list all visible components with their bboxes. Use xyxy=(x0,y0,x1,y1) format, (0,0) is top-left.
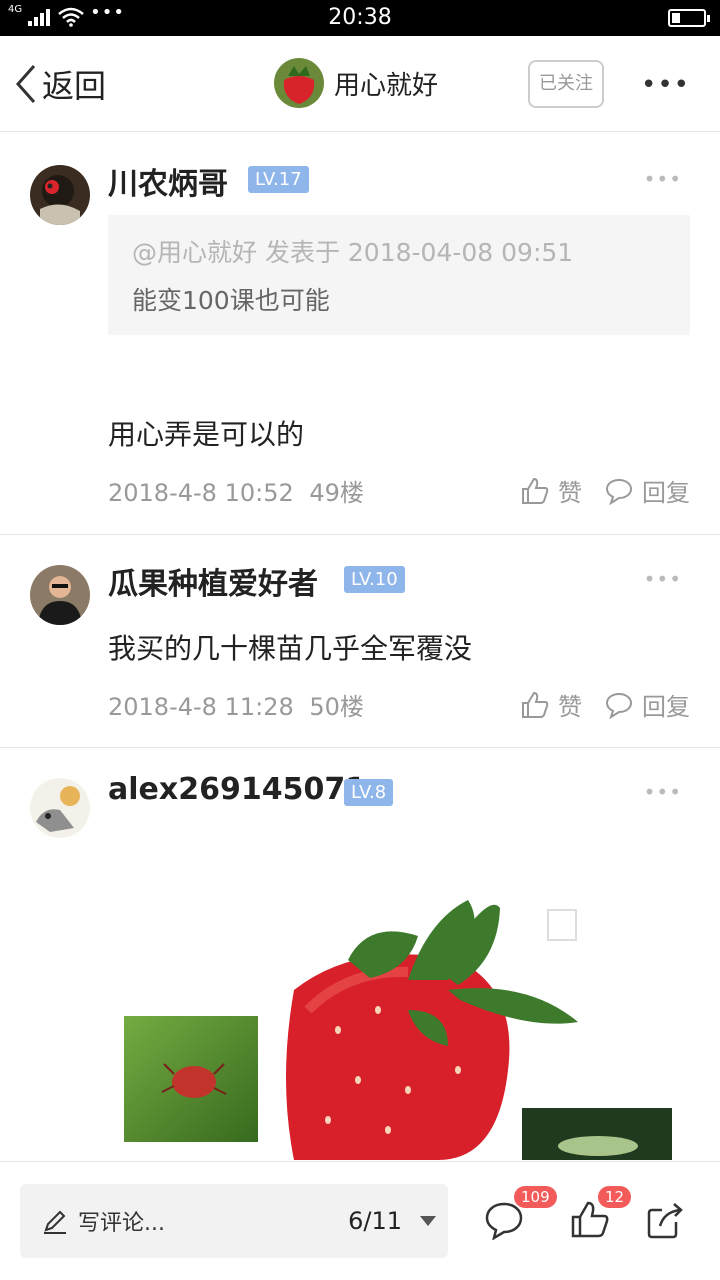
post-more-icon[interactable]: ••• xyxy=(644,780,682,804)
level-badge: LV.17 xyxy=(248,166,309,193)
username[interactable]: 川农炳哥 xyxy=(108,159,228,203)
comment-text: 用心弄是可以的 xyxy=(108,418,305,451)
comment-placeholder: 写评论... xyxy=(78,1211,165,1236)
author-name: 用心就好 xyxy=(334,70,439,101)
quote-meta: @用心就好 发表于 2018-04-08 09:51 xyxy=(132,238,574,267)
avatar[interactable] xyxy=(30,565,90,625)
reply-button[interactable]: 回复 xyxy=(604,687,690,722)
status-time: 20:38 xyxy=(328,5,392,30)
floor-number: 50楼 xyxy=(309,693,364,721)
author-avatar[interactable] xyxy=(274,58,324,108)
comment-actions: 赞 回复 xyxy=(498,473,690,508)
username[interactable]: 瓜果种植爱好者 xyxy=(108,559,318,603)
comment-input[interactable]: 写评论... 6/11 xyxy=(20,1184,448,1258)
level-badge: LV.10 xyxy=(344,566,405,593)
thumbs-up-icon xyxy=(522,691,549,718)
comment-item: 瓜果种植爱好者 LV.10 ••• 我买的几十棵苗几乎全军覆没 2018-4-8… xyxy=(0,535,720,748)
level-badge: LV.8 xyxy=(344,779,394,806)
like-thread-button[interactable]: 12 xyxy=(570,1186,632,1244)
quote-text: 能变100课也可能 xyxy=(132,286,330,315)
comment-item: 川农炳哥 LV.17 ••• @用心就好 发表于 2018-04-08 09:5… xyxy=(0,133,720,535)
reply-label: 回复 xyxy=(642,693,690,721)
battery-icon xyxy=(668,9,710,27)
comment-icon xyxy=(605,692,633,719)
floor-number: 49楼 xyxy=(309,479,364,507)
quoted-comment[interactable]: @用心就好 发表于 2018-04-08 09:51 能变100课也可能 xyxy=(108,215,690,335)
like-label: 赞 xyxy=(558,479,582,507)
comment-actions: 赞 回复 xyxy=(498,687,690,722)
comments-button[interactable]: 109 xyxy=(484,1186,557,1244)
comment-text: 我买的几十棵苗几乎全军覆没 xyxy=(108,632,473,665)
back-button[interactable]: 返回 xyxy=(14,58,106,110)
top-nav: 返回 用心就好 已关注 ••• xyxy=(0,36,720,132)
share-button[interactable] xyxy=(646,1200,690,1244)
reply-button[interactable]: 回复 xyxy=(604,473,690,508)
like-count-badge: 12 xyxy=(598,1186,632,1208)
page-indicator[interactable]: 6/11 xyxy=(348,1207,402,1235)
comment-meta: 2018-4-8 10:52 49楼 xyxy=(108,473,364,508)
avatar[interactable] xyxy=(30,165,90,225)
follow-button[interactable]: 已关注 xyxy=(528,60,604,108)
share-icon xyxy=(647,1203,683,1239)
reply-label: 回复 xyxy=(642,479,690,507)
chevron-left-icon xyxy=(15,65,36,103)
back-label: 返回 xyxy=(42,67,107,105)
like-label: 赞 xyxy=(558,693,582,721)
pencil-icon xyxy=(44,1210,66,1234)
status-bar: 4G ••• 20:38 xyxy=(0,0,720,36)
caret-down-icon[interactable] xyxy=(420,1216,436,1226)
comment-count-badge: 109 xyxy=(514,1186,557,1208)
thread-author[interactable]: 用心就好 xyxy=(274,58,438,108)
avatar[interactable] xyxy=(30,778,90,838)
post-more-icon[interactable]: ••• xyxy=(644,167,682,191)
like-button[interactable]: 赞 xyxy=(520,473,582,508)
comment-time: 2018-4-8 10:52 xyxy=(108,479,294,507)
comment-time: 2018-4-8 11:28 xyxy=(108,693,294,721)
username[interactable]: alex269145071 xyxy=(108,772,366,807)
thumbs-up-icon xyxy=(522,477,549,504)
more-options-icon[interactable]: ••• xyxy=(641,70,690,100)
post-image[interactable] xyxy=(108,860,690,1160)
like-button[interactable]: 赞 xyxy=(520,687,582,722)
bottom-toolbar: 写评论... 6/11 109 12 xyxy=(0,1161,720,1280)
comment-icon xyxy=(605,478,633,505)
post-more-icon[interactable]: ••• xyxy=(644,567,682,591)
comment-meta: 2018-4-8 11:28 50楼 xyxy=(108,687,364,722)
